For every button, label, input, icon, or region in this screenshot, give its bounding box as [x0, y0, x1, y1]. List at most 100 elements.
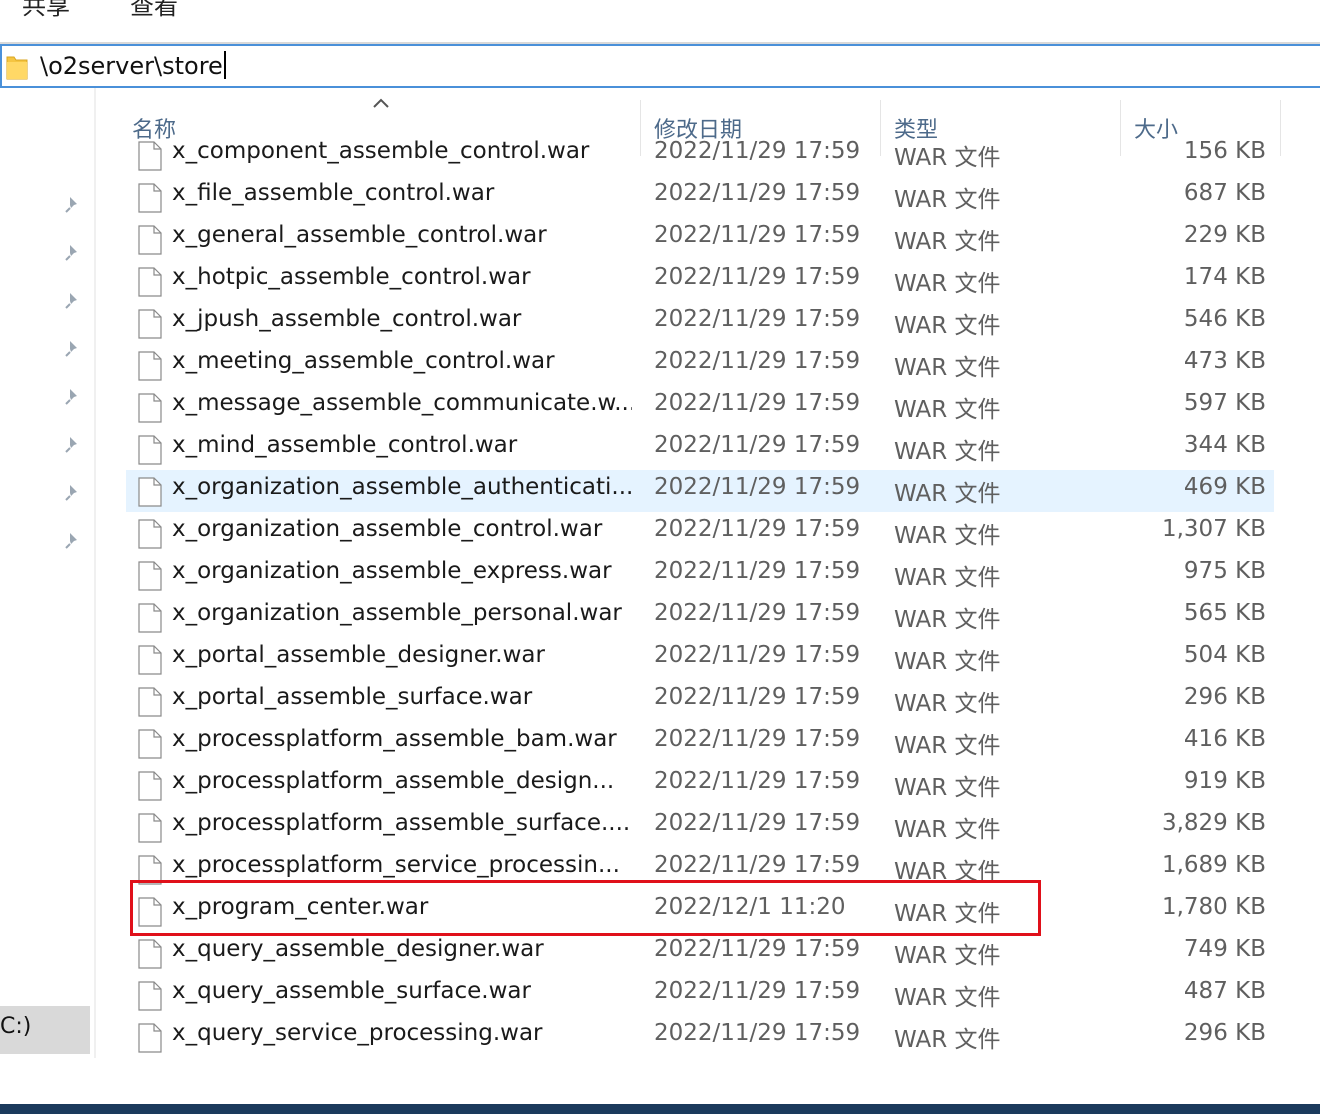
pin-icon — [65, 389, 77, 405]
file-row[interactable]: x_component_assemble_control.war 2022/11/… — [126, 140, 1274, 176]
file-row[interactable]: x_message_assemble_communicate.w... 2022/… — [126, 386, 1274, 428]
file-type: WAR 文件 — [894, 523, 1001, 549]
file-date: 2022/11/29 17:59 — [654, 810, 861, 836]
sort-up-icon — [373, 98, 389, 108]
file-name: x_program_center.war — [172, 894, 429, 920]
file-type: WAR 文件 — [894, 355, 1001, 381]
file-date: 2022/11/29 17:59 — [654, 726, 861, 752]
file-row[interactable]: x_processplatform_assemble_bam.war 2022/1… — [126, 722, 1274, 764]
file-date: 2022/11/29 17:59 — [654, 264, 861, 290]
file-icon — [138, 771, 162, 801]
file-size: 1,689 KB — [1161, 852, 1266, 878]
file-name: x_portal_assemble_designer.war — [172, 642, 545, 668]
pin-icon — [65, 485, 77, 501]
file-icon — [138, 477, 162, 507]
file-size: 975 KB — [1183, 558, 1266, 584]
file-icon — [138, 603, 162, 633]
file-row[interactable]: x_query_assemble_designer.war 2022/11/29 … — [126, 932, 1274, 974]
file-date: 2022/11/29 17:59 — [654, 978, 861, 1004]
file-date: 2022/11/29 17:59 — [654, 684, 861, 710]
file-size: 687 KB — [1183, 180, 1266, 206]
file-row[interactable]: x_mind_assemble_control.war 2022/11/29 17… — [126, 428, 1274, 470]
pin-icon — [65, 533, 77, 549]
file-size: 565 KB — [1183, 600, 1266, 626]
file-type: WAR 文件 — [894, 733, 1001, 759]
file-size: 546 KB — [1183, 306, 1266, 332]
file-list[interactable]: x_component_assemble_control.war 2022/11/… — [126, 140, 1286, 1060]
pin-icon — [65, 293, 77, 309]
file-icon — [138, 939, 162, 969]
file-icon — [138, 351, 162, 381]
file-size: 1,307 KB — [1161, 516, 1266, 542]
file-size: 416 KB — [1183, 726, 1266, 752]
file-row[interactable]: x_file_assemble_control.war 2022/11/29 17… — [126, 176, 1274, 218]
file-row[interactable]: x_organization_assemble_express.war 2022/… — [126, 554, 1274, 596]
file-row[interactable]: x_general_assemble_control.war 2022/11/29… — [126, 218, 1274, 260]
file-row[interactable]: x_portal_assemble_designer.war 2022/11/29… — [126, 638, 1274, 680]
file-row[interactable]: x_organization_assemble_authenticati... 2… — [126, 470, 1274, 512]
file-icon — [138, 141, 162, 171]
ribbon-tab-view[interactable]: 查看 — [130, 0, 178, 21]
file-type: WAR 文件 — [894, 901, 1001, 927]
file-icon — [138, 393, 162, 423]
taskbar — [0, 1104, 1320, 1114]
file-icon — [138, 183, 162, 213]
file-size: 749 KB — [1183, 936, 1266, 962]
file-size: 473 KB — [1183, 348, 1266, 374]
file-date: 2022/11/29 17:59 — [654, 348, 861, 374]
navigation-pane[interactable]: C:) — [0, 88, 96, 1058]
address-bar[interactable]: \o2server\store — [0, 44, 1320, 88]
file-icon — [138, 435, 162, 465]
pin-icon — [65, 245, 77, 261]
file-name: x_component_assemble_control.war — [172, 140, 590, 164]
file-icon — [138, 855, 162, 885]
file-name: x_processplatform_assemble_surface.... — [172, 810, 631, 836]
file-name: x_processplatform_assemble_bam.war — [172, 726, 617, 752]
file-type: WAR 文件 — [894, 649, 1001, 675]
file-type: WAR 文件 — [894, 775, 1001, 801]
file-date: 2022/11/29 17:59 — [654, 390, 861, 416]
file-name: x_organization_assemble_authenticati... — [172, 474, 632, 500]
file-row[interactable]: x_organization_assemble_control.war 2022/… — [126, 512, 1274, 554]
file-row[interactable]: x_processplatform_service_processin... 20… — [126, 848, 1274, 890]
file-row[interactable]: x_meeting_assemble_control.war 2022/11/29… — [126, 344, 1274, 386]
file-date: 2022/11/29 17:59 — [654, 852, 861, 878]
file-date: 2022/11/29 17:59 — [654, 306, 861, 332]
file-name: x_processplatform_assemble_design... — [172, 768, 615, 794]
file-size: 156 KB — [1183, 140, 1266, 164]
file-type: WAR 文件 — [894, 271, 1001, 297]
file-name: x_jpush_assemble_control.war — [172, 306, 522, 332]
file-type: WAR 文件 — [894, 187, 1001, 213]
file-row[interactable]: x_organization_assemble_personal.war 2022… — [126, 596, 1274, 638]
file-icon — [138, 645, 162, 675]
file-row[interactable]: x_query_assemble_surface.war 2022/11/29 1… — [126, 974, 1274, 1016]
file-row[interactable]: x_jpush_assemble_control.war 2022/11/29 1… — [126, 302, 1274, 344]
file-date: 2022/11/29 17:59 — [654, 222, 861, 248]
address-input[interactable]: \o2server\store — [40, 51, 226, 80]
pin-icon — [65, 197, 77, 213]
file-type: WAR 文件 — [894, 565, 1001, 591]
file-row[interactable]: x_hotpic_assemble_control.war 2022/11/29 … — [126, 260, 1274, 302]
file-icon — [138, 897, 162, 927]
file-name: x_processplatform_service_processin... — [172, 852, 620, 878]
file-row[interactable]: x_processplatform_assemble_surface.... 20… — [126, 806, 1274, 848]
file-row[interactable]: x_portal_assemble_surface.war 2022/11/29 … — [126, 680, 1274, 722]
file-date: 2022/11/29 17:59 — [654, 432, 861, 458]
folder-icon — [6, 56, 28, 80]
file-type: WAR 文件 — [894, 145, 1001, 171]
file-row[interactable]: x_processplatform_assemble_design... 2022… — [126, 764, 1274, 806]
file-row[interactable]: x_program_center.war 2022/12/1 11:20 WAR 文… — [126, 890, 1274, 932]
ribbon-tab-share[interactable]: 共享 — [22, 0, 70, 21]
pin-icon — [65, 437, 77, 453]
file-row[interactable]: x_query_service_processing.war 2022/11/29… — [126, 1016, 1274, 1058]
file-icon — [138, 225, 162, 255]
file-type: WAR 文件 — [894, 313, 1001, 339]
file-name: x_query_assemble_surface.war — [172, 978, 531, 1004]
file-date: 2022/11/29 17:59 — [654, 558, 861, 584]
file-date: 2022/11/29 17:59 — [654, 474, 861, 500]
nav-item-drive-c[interactable]: C:) — [0, 1006, 90, 1054]
file-name: x_mind_assemble_control.war — [172, 432, 518, 458]
file-date: 2022/11/29 17:59 — [654, 936, 861, 962]
file-type: WAR 文件 — [894, 607, 1001, 633]
file-type: WAR 文件 — [894, 439, 1001, 465]
